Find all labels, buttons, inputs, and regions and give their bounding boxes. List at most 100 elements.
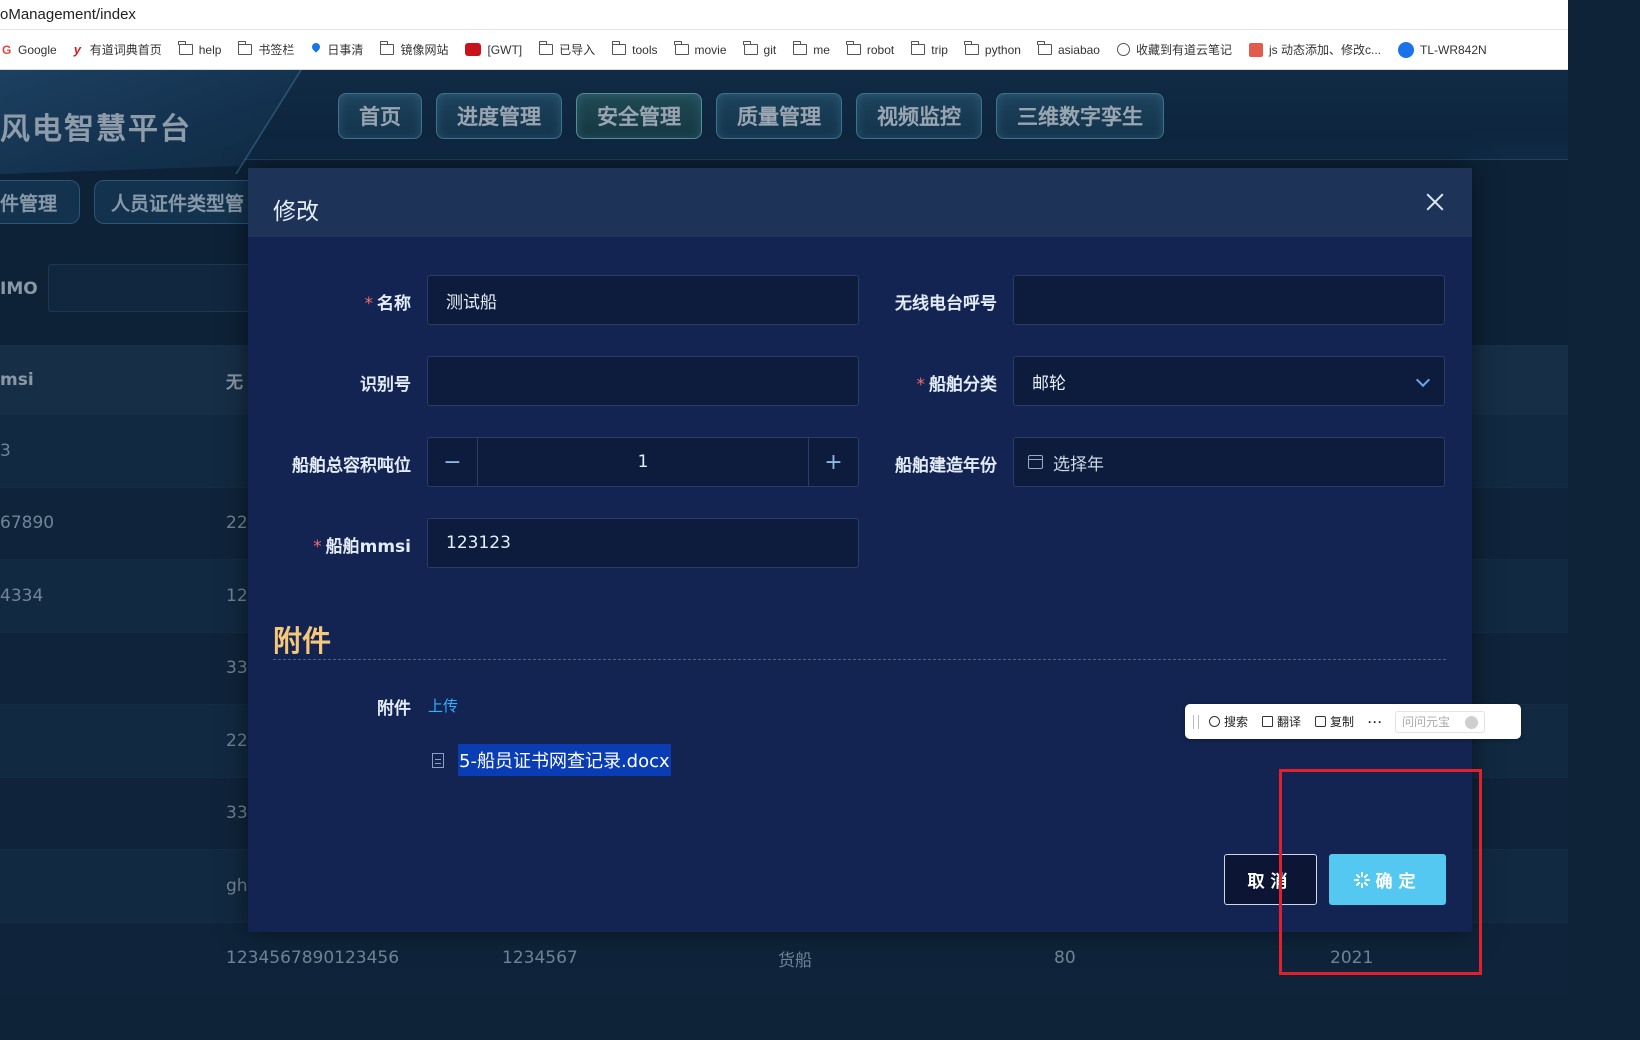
tonnage-stepper[interactable]: − 1 + <box>427 437 859 487</box>
bookmark-movie[interactable]: movie <box>674 41 727 57</box>
bookmark-label: TL-WR842N <box>1420 42 1487 57</box>
copy-icon <box>1315 716 1327 727</box>
document-icon <box>432 752 444 768</box>
bookmark-label: js 动态添加、修改c... <box>1269 43 1382 57</box>
bookmark-mirror[interactable]: 镜像网站 <box>379 41 449 58</box>
bookmark-label: tools <box>632 42 658 57</box>
category-select[interactable]: 邮轮 <box>1013 356 1445 406</box>
folder-icon <box>237 41 253 55</box>
folder-icon <box>674 41 689 55</box>
select-value: 邮轮 <box>1032 373 1066 394</box>
address-bar[interactable]: oManagement/index <box>0 0 1568 30</box>
bookmark-git[interactable]: git <box>743 41 777 57</box>
bookmark-label: me <box>813 42 830 57</box>
attachment-label: 附件 <box>377 699 411 719</box>
bookmark-label: 收藏到有道云笔记 <box>1135 43 1232 57</box>
name-input[interactable]: 测试船 <box>427 275 859 325</box>
more-icon[interactable]: ··· <box>1368 715 1383 729</box>
bookmark-label: 日事清 <box>327 43 364 57</box>
tonnage-value[interactable]: 1 <box>478 438 808 486</box>
google-icon: G <box>2 42 12 57</box>
upload-link[interactable]: 上传 <box>428 695 458 716</box>
bookmark-me[interactable]: me <box>792 41 830 57</box>
folder-icon <box>611 41 627 55</box>
minus-button[interactable]: − <box>428 438 478 486</box>
translate-icon <box>1262 716 1274 727</box>
input-value: 123123 <box>446 533 511 553</box>
drag-handle[interactable] <box>1193 714 1199 729</box>
jianshu-icon <box>1249 42 1263 57</box>
section-divider <box>273 659 1446 660</box>
dialog-title: 修改 <box>273 199 319 225</box>
bookmark-label: movie <box>694 42 727 57</box>
tplink-icon <box>1398 41 1415 58</box>
bookmark-label: robot <box>866 42 895 57</box>
bookmark-youdao[interactable]: y 有道词典首页 <box>74 41 162 58</box>
folder-icon <box>846 41 861 55</box>
label-text: 名称 <box>377 294 411 314</box>
label-text: 船舶mmsi <box>325 537 411 557</box>
dialog-header: 修改 <box>248 168 1472 237</box>
file-name[interactable]: 5-船员证书网查记录.docx <box>458 744 671 776</box>
ask-placeholder: 问问元宝 <box>1402 715 1451 729</box>
bookmarks-bar: G Google y 有道词典首页 help 书签栏 日事清 镜像网站 [GWT] … <box>0 30 1568 70</box>
toolbar-search[interactable]: 搜索 <box>1209 713 1248 730</box>
globe-icon <box>1116 43 1130 56</box>
folder-icon <box>964 41 979 55</box>
bookmark-python[interactable]: python <box>964 41 1021 57</box>
bookmark-label: trip <box>931 42 948 57</box>
bookmark-label: 已导入 <box>559 43 596 57</box>
bookmark-label: [GWT] <box>487 42 523 57</box>
bookmark-label: asiabao <box>1057 42 1100 57</box>
mmsi-input[interactable]: 123123 <box>427 518 859 568</box>
bookmark-help[interactable]: help <box>178 41 221 57</box>
bookmark-robot[interactable]: robot <box>846 41 895 57</box>
mmsi-label: * 船舶mmsi <box>268 532 411 557</box>
search-icon <box>1209 716 1220 727</box>
bookmark-label: git <box>763 42 777 57</box>
folder-icon <box>910 41 926 55</box>
folder-icon <box>379 41 395 55</box>
radio-call-label: 无线电台呼号 <box>895 294 997 314</box>
folder-icon <box>792 41 808 55</box>
folder-icon <box>178 41 193 55</box>
toolbar-label: 复制 <box>1330 715 1355 729</box>
folder-icon <box>743 41 758 55</box>
bookmark-tplink[interactable]: TL-WR842N <box>1398 41 1487 58</box>
bookmark-youdao-note[interactable]: 收藏到有道云笔记 <box>1116 41 1232 58</box>
highlight-annotation-box <box>1279 769 1482 975</box>
label-text: 船舶分类 <box>929 375 997 395</box>
bookmark-imported[interactable]: 已导入 <box>538 41 596 58</box>
attachment-section-title: 附件 <box>273 624 332 658</box>
bookmark-bookmarks-bar[interactable]: 书签栏 <box>237 41 295 58</box>
category-label: * 船舶分类 <box>848 370 998 395</box>
send-icon[interactable] <box>1465 715 1479 729</box>
bookmark-label: 镜像网站 <box>400 43 449 57</box>
ident-input[interactable] <box>427 356 859 406</box>
build-year-picker[interactable]: 选择年 <box>1013 437 1445 487</box>
toolbar-copy[interactable]: 复制 <box>1315 713 1354 730</box>
url-text: oManagement/index <box>0 6 136 23</box>
tonnage-label: 船舶总容积吨位 <box>292 456 411 476</box>
bookmark-label: 有道词典首页 <box>89 43 162 57</box>
radio-call-input[interactable] <box>1013 275 1445 325</box>
bookmark-tools[interactable]: tools <box>611 41 658 57</box>
bookmark-rishiqing[interactable]: 日事清 <box>311 41 363 58</box>
attachment-file[interactable]: 5-船员证书网查记录.docx <box>432 744 671 776</box>
toolbar-label: 搜索 <box>1224 715 1249 729</box>
bookmark-gwt[interactable]: [GWT] <box>465 43 522 57</box>
close-icon[interactable] <box>1426 193 1444 211</box>
toolbar-translate[interactable]: 翻译 <box>1262 713 1301 730</box>
required-mark: * <box>916 375 926 395</box>
ask-yuanbao-input[interactable]: 问问元宝 <box>1395 710 1486 733</box>
bookmark-asiabao[interactable]: asiabao <box>1037 41 1100 57</box>
input-value: 测试船 <box>446 292 497 313</box>
bookmark-jianshu[interactable]: js 动态添加、修改c... <box>1249 41 1381 58</box>
year-placeholder: 选择年 <box>1053 454 1104 475</box>
bookmark-label: Google <box>18 42 57 57</box>
youdao-icon: y <box>73 41 81 57</box>
bookmark-google[interactable]: G Google <box>2 43 57 57</box>
bookmark-label: 书签栏 <box>258 43 295 57</box>
map-pin-icon <box>311 43 321 57</box>
bookmark-trip[interactable]: trip <box>910 41 948 57</box>
